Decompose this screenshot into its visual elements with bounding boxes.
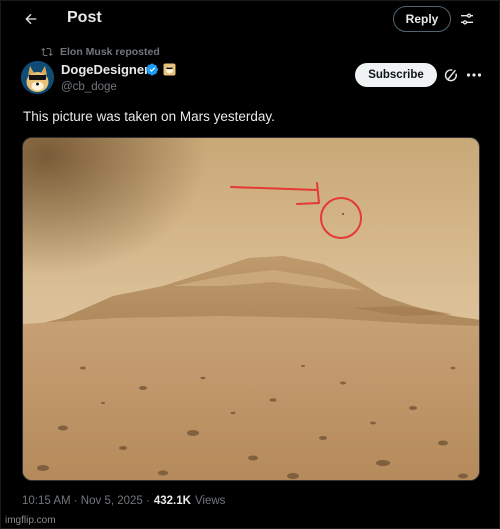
tweet-image[interactable] [22,137,480,481]
doge-avatar-image [21,61,54,94]
grok-icon[interactable] [443,67,459,83]
tweet-meta: 10:15 AM · Nov 5, 2025 · 432.1K Views [22,495,225,507]
repost-text: Elon Musk reposted [60,46,160,58]
watermark: imgflip.com [5,515,56,526]
views-label: Views [194,495,226,507]
avatar[interactable] [21,61,54,94]
affiliate-badge-icon [163,63,176,76]
top-bar: Post Reply [1,1,500,37]
repost-indicator: Elon Musk reposted [41,46,160,58]
reply-button[interactable]: Reply [393,6,451,32]
author-name[interactable]: DogeDesigner [61,62,149,77]
verified-badge-icon [146,63,159,76]
filter-button[interactable] [457,9,477,29]
timestamp[interactable]: 10:15 AM · Nov 5, 2025 · [22,495,150,507]
views-count: 432.1K [153,495,191,507]
tweet-text: This picture was taken on Mars yesterday… [23,109,275,124]
screen: Post Reply Elon Musk reposted DogeDesign [0,0,500,529]
page-title: Post [67,9,102,26]
back-button[interactable] [19,7,43,31]
repost-icon [41,47,53,57]
sliders-icon [461,13,473,25]
arrow-left-icon [25,13,37,25]
subscribe-button[interactable]: Subscribe [355,63,437,87]
more-button[interactable] [465,67,483,83]
mars-photo [23,138,479,480]
more-icon [466,73,482,77]
author-handle[interactable]: @cb_doge [61,81,117,93]
